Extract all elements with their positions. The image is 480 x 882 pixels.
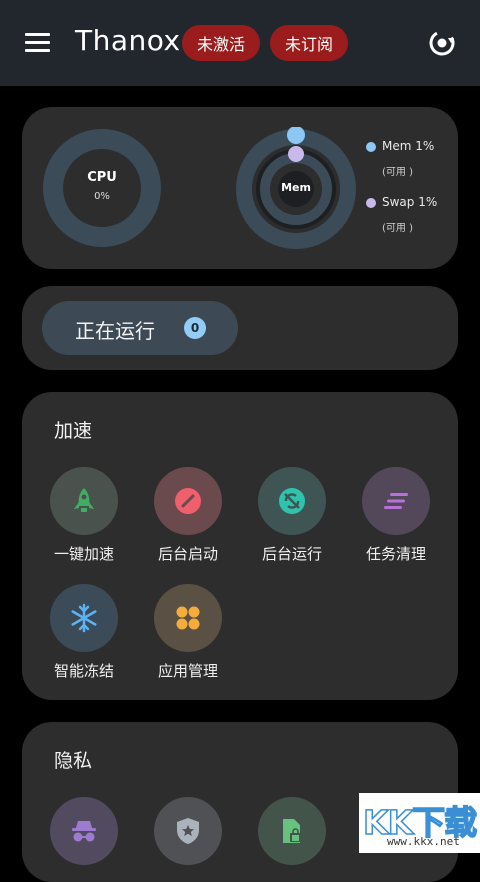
not-subscribed-badge[interactable]: 未订阅 (270, 25, 348, 61)
top-app-bar: Thanox 未激活 未订阅 (0, 0, 480, 86)
file-lock-icon (283, 819, 301, 843)
one-click-boost-label: 一键加速 (53, 545, 114, 563)
task-cleanup-tile[interactable]: 任务清理 (346, 467, 446, 564)
shield-star-icon (177, 818, 199, 844)
sync-icon (279, 488, 305, 514)
incognito-icon (72, 821, 96, 842)
swap-usage-dot (288, 146, 304, 162)
app-management-tile[interactable]: 应用管理 (138, 584, 238, 681)
swap-legend-label: Swap 1% (382, 195, 438, 209)
site-watermark: KK下载 www.kkx.net (359, 793, 480, 853)
running-label: 正在运行 (75, 319, 155, 343)
mem-legend-label: Mem 1% (382, 139, 435, 153)
refresh-icon[interactable] (428, 29, 456, 57)
one-click-boost-tile[interactable]: 一键加速 (34, 467, 134, 564)
background-start-tile[interactable]: 后台启动 (138, 467, 238, 564)
menu-icon[interactable] (25, 33, 50, 53)
watermark-url: www.kkx.net (387, 835, 460, 848)
running-apps-button[interactable]: 正在运行 0 (42, 301, 238, 355)
running-apps-card: 正在运行 0 (22, 286, 458, 370)
smart-freeze-tile[interactable]: 智能冻结 (34, 584, 134, 681)
privacy-section-title: 隐私 (54, 750, 93, 772)
app-management-label: 应用管理 (157, 662, 218, 680)
speed-section-title: 加速 (54, 420, 93, 442)
app-title: Thanox (75, 24, 181, 57)
task-cleanup-label: 任务清理 (365, 545, 426, 563)
smart-freeze-label: 智能冻结 (53, 662, 114, 680)
speed-section-card: 加速 一键加速 后台启动 后台运行 任务清理 智能冻结 应用管理 (22, 392, 458, 700)
block-icon (175, 488, 201, 514)
running-count-badge: 0 (184, 317, 206, 339)
clear-all-icon (384, 493, 408, 509)
swap-legend: Swap 1% (可用 ) (366, 195, 437, 234)
cpu-usage-ring (43, 129, 161, 247)
cpu-value: 0% (94, 191, 110, 202)
mem-legend: Mem 1% (可用 ) (366, 139, 434, 178)
privacy-file-lock-tile[interactable] (242, 797, 342, 865)
rocket-icon (74, 488, 94, 512)
snowflake-icon (71, 603, 97, 633)
apps-grid-icon (176, 606, 200, 630)
not-activated-badge[interactable]: 未激活 (182, 25, 260, 61)
swap-legend-sub: (可用 ) (382, 223, 413, 234)
system-stats-card: CPU 0% Mem Mem 1% (可用 ) Swap 1% (可用 ) (22, 107, 458, 269)
privacy-incognito-tile[interactable] (34, 797, 134, 865)
privacy-shield-tile[interactable] (138, 797, 238, 865)
mem-legend-sub: (可用 ) (382, 167, 413, 178)
background-start-label: 后台启动 (157, 545, 218, 563)
background-run-tile[interactable]: 后台运行 (242, 467, 342, 564)
mem-label: Mem (281, 181, 311, 194)
cpu-label: CPU (87, 170, 117, 185)
background-run-label: 后台运行 (261, 545, 322, 563)
